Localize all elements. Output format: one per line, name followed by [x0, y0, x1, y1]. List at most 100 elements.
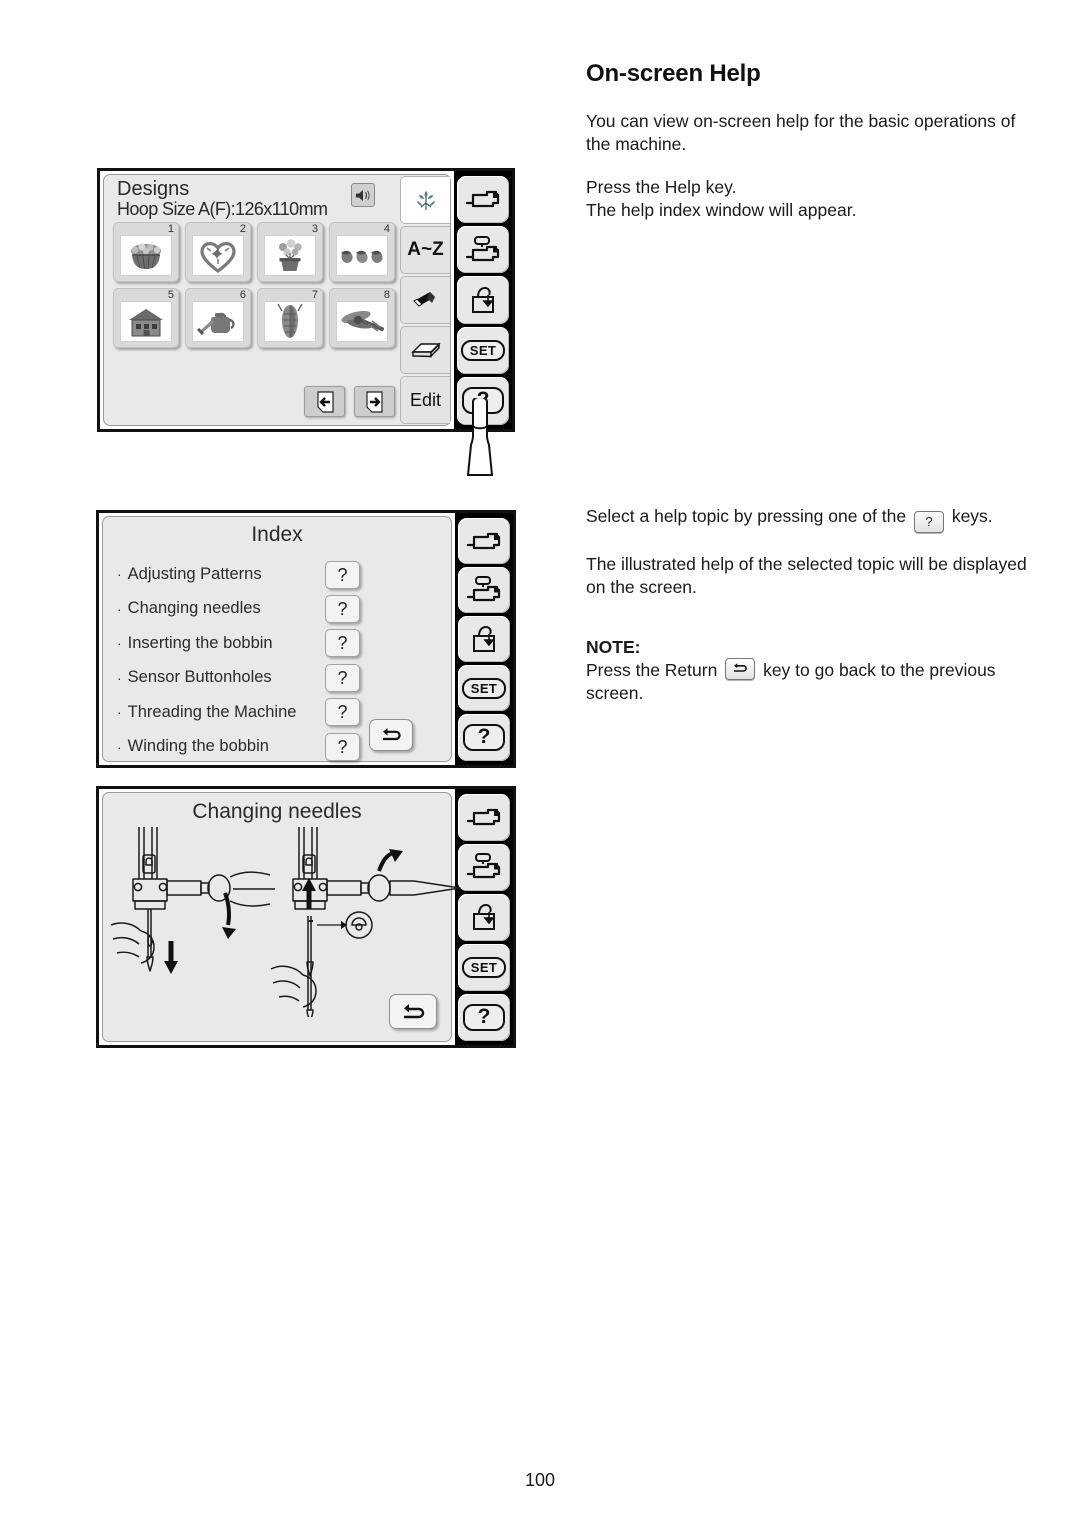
embroidery-machine-icon-button[interactable] [457, 225, 509, 274]
note-label: NOTE: [586, 637, 641, 657]
index-topic-row: · Sensor Buttonholes ? [117, 661, 441, 696]
embroidery-machine-icon-button[interactable] [458, 566, 510, 613]
needles-lcd-screen: Changing needles [102, 792, 461, 1042]
help-key-icon: ? [913, 511, 944, 533]
machine-side-buttons: SET ? [455, 789, 513, 1045]
bullet-icon: · [117, 600, 122, 617]
design-number: 6 [239, 289, 246, 301]
note-paragraph: Press the Return key to go back to the p… [586, 658, 1036, 705]
text-column-top: On-screen Help You can view on-screen he… [586, 60, 1026, 242]
help-button[interactable]: ? [458, 714, 510, 761]
design-cell[interactable]: 2 [185, 222, 251, 282]
heart-wreath-icon [192, 235, 244, 276]
help-index-line: The help index window will appear. [586, 200, 857, 220]
watering-can-icon [192, 301, 244, 342]
bag-arrow-icon-button[interactable] [458, 893, 510, 941]
index-help-key[interactable]: ? [325, 629, 360, 657]
speaker-icon[interactable] [351, 183, 375, 207]
machine-side-buttons: SET ? [455, 513, 513, 765]
set-button[interactable]: SET [457, 326, 509, 375]
design-cell[interactable]: 5 [113, 288, 179, 348]
index-help-key[interactable]: ? [325, 664, 360, 692]
design-number: 5 [167, 289, 174, 301]
return-button[interactable] [389, 994, 437, 1029]
three-acorns-icon [336, 235, 388, 276]
note-text-before: Press the Return [586, 660, 718, 680]
page-title: On-screen Help [586, 60, 761, 87]
index-topic-row: · Changing needles ? [117, 592, 441, 627]
designs-title: Designs [117, 178, 190, 200]
design-cell[interactable]: 7 [257, 288, 323, 348]
tab-eraser[interactable] [400, 276, 450, 324]
design-number: 1 [167, 223, 174, 235]
designs-row-2: 5 6 7 8 [113, 288, 413, 348]
index-screen-illustration: Index · Adjusting Patterns ? · Changing … [96, 510, 516, 768]
designs-hoop-size: Hoop Size A(F):126x110mm [117, 199, 328, 219]
set-button[interactable]: SET [458, 665, 510, 712]
index-topic-label: Adjusting Patterns [127, 564, 262, 583]
sewing-machine-icon-button[interactable] [458, 517, 510, 564]
potted-flowers-icon [264, 235, 316, 276]
select-topic-text-before: Select a help topic by pressing one of t… [586, 506, 907, 526]
designs-tab-strip: A~Z Edit [400, 175, 450, 425]
design-cell[interactable]: 3 [257, 222, 323, 282]
intro-paragraph: You can view on-screen help for the basi… [586, 111, 1016, 154]
designs-page-nav [304, 386, 395, 417]
help-button[interactable]: ? [458, 993, 510, 1041]
pointing-finger-illustration [455, 395, 515, 483]
index-topic-label: Sensor Buttonholes [127, 668, 272, 687]
machine-side-buttons: SET ? [454, 171, 512, 429]
design-cell[interactable]: 1 [113, 222, 179, 282]
set-button[interactable]: SET [458, 943, 510, 991]
index-lcd-screen: Index · Adjusting Patterns ? · Changing … [102, 516, 452, 762]
index-help-key[interactable]: ? [325, 561, 360, 589]
house-icon [120, 301, 172, 342]
flower-basket-icon [120, 235, 172, 276]
text-column-middle: Select a help topic by pressing one of t… [586, 505, 1036, 725]
page-number: 100 [524, 1470, 556, 1490]
index-topic-row: · Inserting the bobbin ? [117, 626, 441, 661]
tab-box[interactable] [400, 326, 450, 374]
bullet-icon: · [117, 566, 122, 583]
designs-lcd-screen: Designs Hoop Size A(F):126x110mm 1 2 3 4… [103, 174, 451, 426]
illustrated-help-paragraph: The illustrated help of the selected top… [586, 554, 1027, 597]
sewing-machine-icon-button[interactable] [457, 175, 509, 223]
design-number: 7 [311, 289, 318, 301]
page-left-arrow-button[interactable] [304, 386, 345, 417]
design-number: 4 [383, 223, 390, 235]
index-title: Index [251, 523, 303, 546]
changing-needles-illustration: Changing needles SET ? [96, 786, 516, 1048]
design-cell[interactable]: 8 [329, 288, 395, 348]
return-button[interactable] [369, 719, 413, 751]
corn-cob-icon [264, 301, 316, 342]
bag-arrow-icon-button[interactable] [458, 615, 510, 663]
design-number: 8 [383, 289, 390, 301]
index-topic-row: · Adjusting Patterns ? [117, 557, 441, 592]
tab-edit[interactable]: Edit [400, 376, 450, 424]
index-help-key[interactable]: ? [325, 698, 360, 726]
index-help-key[interactable]: ? [325, 595, 360, 623]
dragonfly-icon [336, 301, 388, 342]
design-cell[interactable]: 4 [329, 222, 395, 282]
bag-arrow-icon-button[interactable] [457, 276, 509, 324]
design-cell[interactable]: 6 [185, 288, 251, 348]
designs-screen-illustration: Designs Hoop Size A(F):126x110mm 1 2 3 4… [97, 168, 515, 432]
tab-alphabet[interactable]: A~Z [400, 226, 450, 274]
designs-grid: 1 2 3 4 5 6 7 8 [113, 222, 413, 354]
select-topic-paragraph: Select a help topic by pressing one of t… [586, 505, 1036, 533]
index-topic-label: Changing needles [127, 599, 261, 618]
select-topic-text-after: keys. [951, 506, 993, 526]
bullet-icon: · [117, 704, 122, 721]
needle-change-diagram [103, 821, 461, 1022]
bullet-icon: · [117, 738, 122, 755]
design-number: 2 [239, 223, 246, 235]
design-number: 3 [311, 223, 318, 235]
bullet-icon: · [117, 635, 122, 652]
designs-row-1: 1 2 3 4 [113, 222, 413, 282]
tab-flower-designs[interactable] [400, 176, 450, 224]
index-help-key[interactable]: ? [325, 733, 360, 761]
page-right-arrow-button[interactable] [354, 386, 395, 417]
embroidery-machine-icon-button[interactable] [458, 843, 510, 891]
press-help-line: Press the Help key. [586, 177, 737, 197]
sewing-machine-icon-button[interactable] [458, 793, 510, 841]
